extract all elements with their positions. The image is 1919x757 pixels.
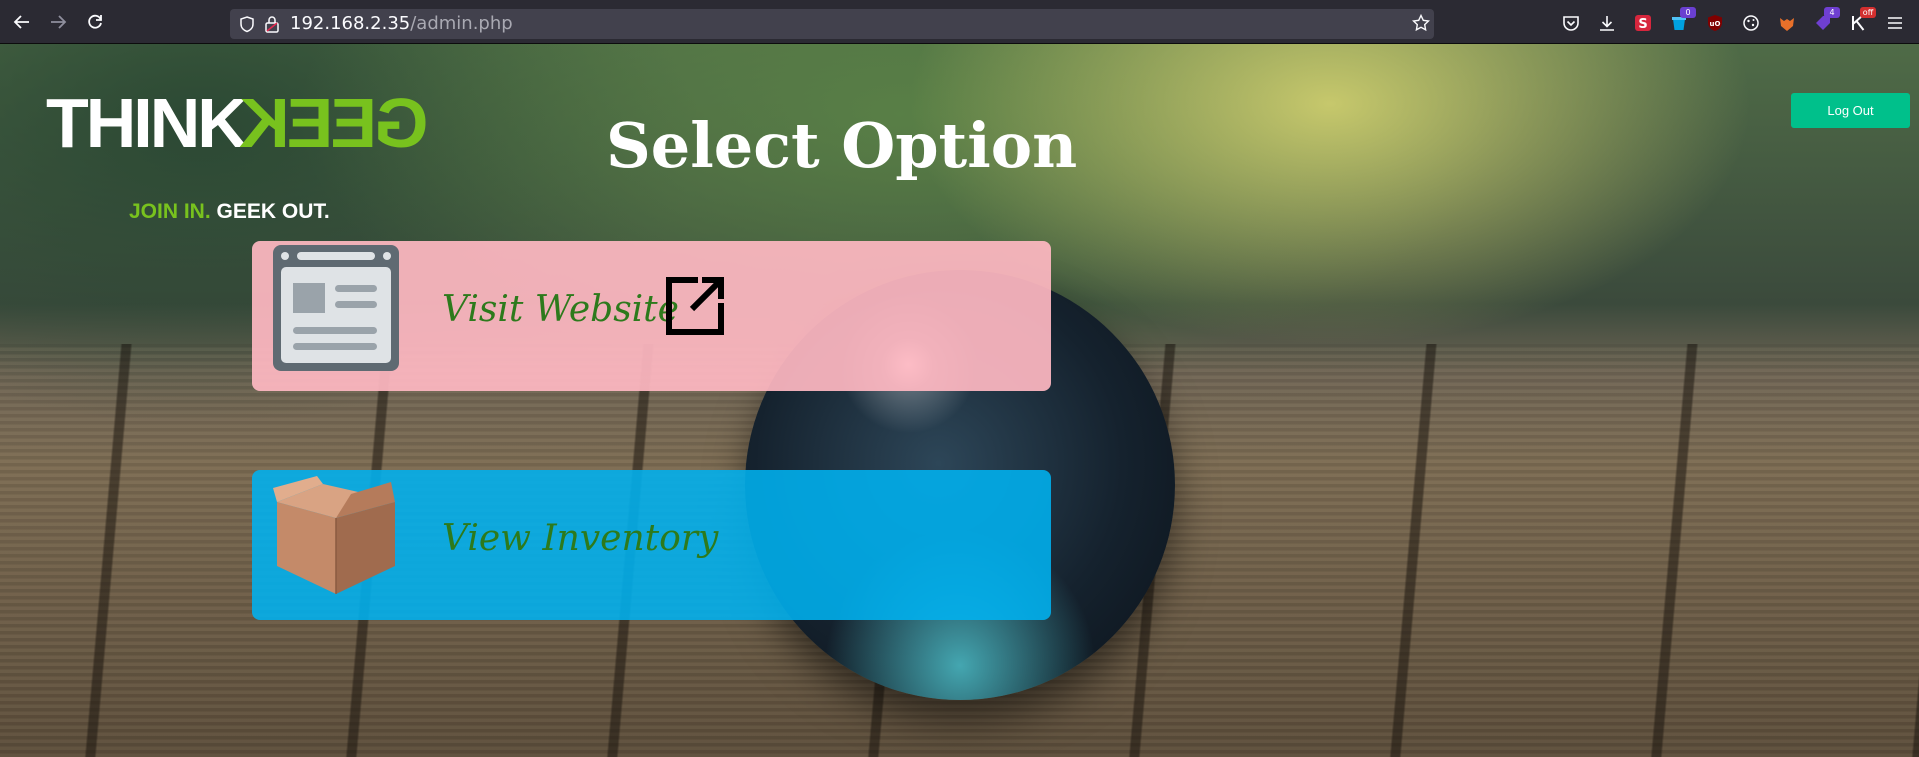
ublock-icon: uO (1708, 15, 1722, 31)
browser-toolbar: 192.168.2.35/admin.php S 0 uO 4 off (0, 0, 1919, 44)
extension-tag-button[interactable]: 4 (1812, 7, 1840, 34)
website-icon (273, 245, 399, 371)
foxyproxy-button[interactable] (1776, 12, 1798, 34)
url-path: /admin.php (410, 13, 513, 34)
arrow-right-icon (51, 15, 67, 29)
svg-text:uO: uO (1710, 20, 1721, 28)
extension-s-button[interactable]: S (1632, 12, 1654, 34)
logo-think: THINK (46, 84, 248, 162)
url-text[interactable]: 192.168.2.35/admin.php (290, 15, 513, 33)
logo-geek: GEEK (242, 84, 429, 162)
thinkgeek-logo: THINK GEEK JOIN IN. GEEK OUT. (46, 84, 429, 223)
extension-bucket-badge: 0 (1680, 7, 1696, 18)
cookie-icon (1743, 15, 1759, 31)
view-inventory-card[interactable]: View Inventory (252, 470, 1051, 620)
extension-k-badge: off (1860, 7, 1876, 18)
visit-website-card[interactable]: Visit Website (252, 241, 1051, 391)
extension-tag-badge: 4 (1824, 7, 1840, 18)
logout-button[interactable]: Log Out (1791, 93, 1910, 128)
extension-k-button[interactable]: off (1848, 7, 1876, 34)
back-button[interactable] (10, 10, 34, 34)
logo-tagline-green: JOIN IN. (129, 200, 211, 223)
shield-icon[interactable] (238, 15, 256, 33)
extension-bucket-button[interactable]: 0 (1668, 7, 1696, 34)
menu-icon (1888, 17, 1902, 29)
logo-tagline: JOIN IN. GEEK OUT. (129, 200, 330, 224)
foxyproxy-icon (1780, 18, 1794, 31)
page-title: Select Option (606, 109, 1078, 182)
page-viewport: THINK GEEK JOIN IN. GEEK OUT. Select Opt… (0, 44, 1919, 757)
external-link-icon (666, 277, 724, 335)
arrow-left-icon (13, 15, 29, 29)
ublock-button[interactable]: uO (1704, 12, 1726, 34)
url-bar[interactable]: 192.168.2.35/admin.php (230, 9, 1434, 39)
forward-button[interactable] (46, 10, 70, 34)
pocket-icon (1563, 16, 1579, 31)
visit-website-label: Visit Website (442, 289, 679, 330)
menu-button[interactable] (1884, 12, 1906, 34)
pocket-button[interactable] (1560, 12, 1582, 34)
downloads-icon (1600, 16, 1614, 31)
lock-icon[interactable] (264, 15, 280, 33)
svg-text:S: S (1638, 17, 1647, 32)
extension-s-icon: S (1635, 15, 1651, 32)
reload-button[interactable] (83, 10, 107, 34)
url-host: 192.168.2.35 (290, 13, 411, 34)
reload-icon (88, 14, 102, 29)
cookie-button[interactable] (1740, 12, 1762, 34)
view-inventory-label: View Inventory (442, 518, 719, 559)
logo-tagline-white: GEEK OUT. (216, 200, 330, 223)
star-icon[interactable] (1412, 14, 1430, 32)
downloads-button[interactable] (1596, 12, 1618, 34)
box-icon (273, 476, 395, 594)
